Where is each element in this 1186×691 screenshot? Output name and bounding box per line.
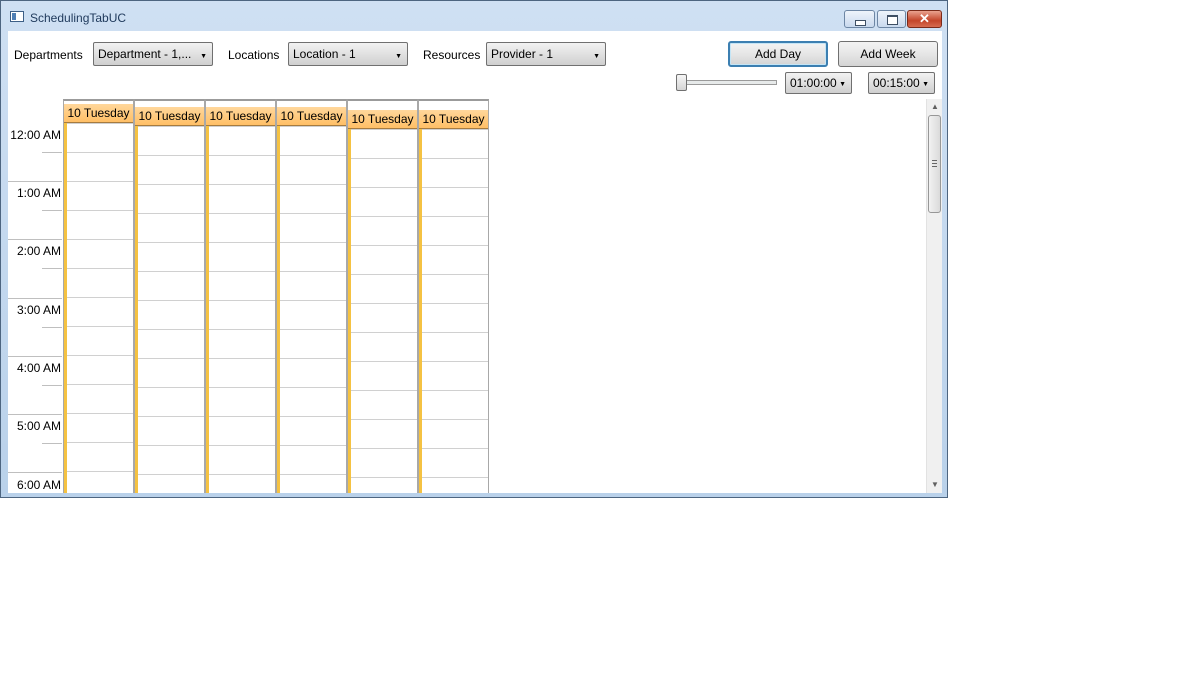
- time-slots[interactable]: [67, 123, 133, 493]
- hour-tick: [8, 356, 62, 357]
- time-slots[interactable]: [280, 126, 346, 493]
- add-week-button[interactable]: Add Week: [838, 41, 938, 67]
- hour-tick: [8, 239, 62, 240]
- interval-combo-value: 00:15:00: [873, 76, 920, 90]
- client-area: Departments Department - 1,... ▼ Locatio…: [8, 31, 942, 493]
- half-hour-tick: [42, 210, 62, 211]
- time-slots[interactable]: [351, 129, 417, 493]
- department-combo-value: Department - 1,...: [98, 47, 192, 61]
- hour-tick: [8, 472, 62, 473]
- location-combo[interactable]: Location - 1 ▼: [288, 42, 408, 66]
- half-hour-tick: [42, 268, 62, 269]
- scroll-up-icon[interactable]: ▲: [927, 99, 942, 115]
- scheduling-window: SchedulingTabUC ✕ Departments Department…: [0, 0, 948, 498]
- time-label: 3:00 AM: [16, 303, 61, 317]
- app-icon: [10, 11, 24, 22]
- day-header[interactable]: 10 Tuesday: [135, 107, 204, 126]
- day-header[interactable]: 10 Tuesday: [206, 107, 275, 126]
- day-column[interactable]: 10 Tuesday: [347, 99, 418, 493]
- minimize-button[interactable]: [844, 10, 875, 28]
- day-header[interactable]: 10 Tuesday: [348, 110, 417, 129]
- chevron-down-icon: ▼: [593, 53, 600, 60]
- chevron-down-icon: ▼: [395, 53, 402, 60]
- time-label: 2:00 AM: [16, 244, 61, 258]
- scroll-thumb[interactable]: [928, 115, 941, 213]
- day-column[interactable]: 10 Tuesday: [134, 99, 205, 493]
- duration-combo-value: 01:00:00: [790, 76, 837, 90]
- resource-combo-value: Provider - 1: [491, 47, 554, 61]
- scroll-down-icon[interactable]: ▼: [927, 477, 942, 493]
- day-header[interactable]: 10 Tuesday: [64, 104, 133, 123]
- time-label: 6:00 AM: [16, 478, 61, 492]
- time-slots[interactable]: [209, 126, 275, 493]
- close-button[interactable]: ✕: [907, 10, 942, 28]
- half-hour-tick: [42, 443, 62, 444]
- zoom-slider-thumb[interactable]: [676, 74, 687, 91]
- time-slots[interactable]: [138, 126, 204, 493]
- interval-combo[interactable]: 00:15:00 ▼: [868, 72, 935, 94]
- half-hour-tick: [42, 327, 62, 328]
- chevron-down-icon: ▼: [839, 81, 846, 88]
- day-header[interactable]: 10 Tuesday: [419, 110, 488, 129]
- resource-combo[interactable]: Provider - 1 ▼: [486, 42, 606, 66]
- time-label: 4:00 AM: [16, 361, 61, 375]
- location-combo-value: Location - 1: [293, 47, 356, 61]
- grip-icon: [932, 160, 937, 168]
- time-label: 5:00 AM: [16, 419, 61, 433]
- chevron-down-icon: ▼: [922, 81, 929, 88]
- day-header[interactable]: 10 Tuesday: [277, 107, 346, 126]
- hour-tick: [8, 414, 62, 415]
- day-column[interactable]: 10 Tuesday: [205, 99, 276, 493]
- half-hour-tick: [42, 152, 62, 153]
- departments-label: Departments: [14, 48, 83, 62]
- add-day-button[interactable]: Add Day: [728, 41, 828, 67]
- time-label: 12:00 AM: [10, 128, 61, 142]
- day-column[interactable]: 10 Tuesday: [418, 99, 489, 493]
- hour-tick: [8, 298, 62, 299]
- title-bar[interactable]: SchedulingTabUC ✕: [1, 1, 947, 31]
- time-slots[interactable]: [422, 129, 488, 493]
- time-ruler: 12:00 AM 1:00 AM 2:00 AM 3:00 AM 4:00 AM…: [8, 125, 62, 493]
- vertical-scrollbar[interactable]: ▲ ▼: [926, 99, 942, 493]
- duration-combo[interactable]: 01:00:00 ▼: [785, 72, 852, 94]
- department-combo[interactable]: Department - 1,... ▼: [93, 42, 213, 66]
- maximize-button[interactable]: [877, 10, 906, 28]
- resources-label: Resources: [423, 48, 481, 62]
- half-hour-tick: [42, 385, 62, 386]
- chevron-down-icon: ▼: [200, 53, 207, 60]
- locations-label: Locations: [228, 48, 280, 62]
- day-column[interactable]: 10 Tuesday: [276, 99, 347, 493]
- day-column[interactable]: 10 Tuesday: [63, 99, 134, 493]
- zoom-slider-track[interactable]: [681, 80, 777, 85]
- hour-tick: [8, 181, 62, 182]
- window-title: SchedulingTabUC: [30, 11, 127, 25]
- time-label: 1:00 AM: [16, 186, 61, 200]
